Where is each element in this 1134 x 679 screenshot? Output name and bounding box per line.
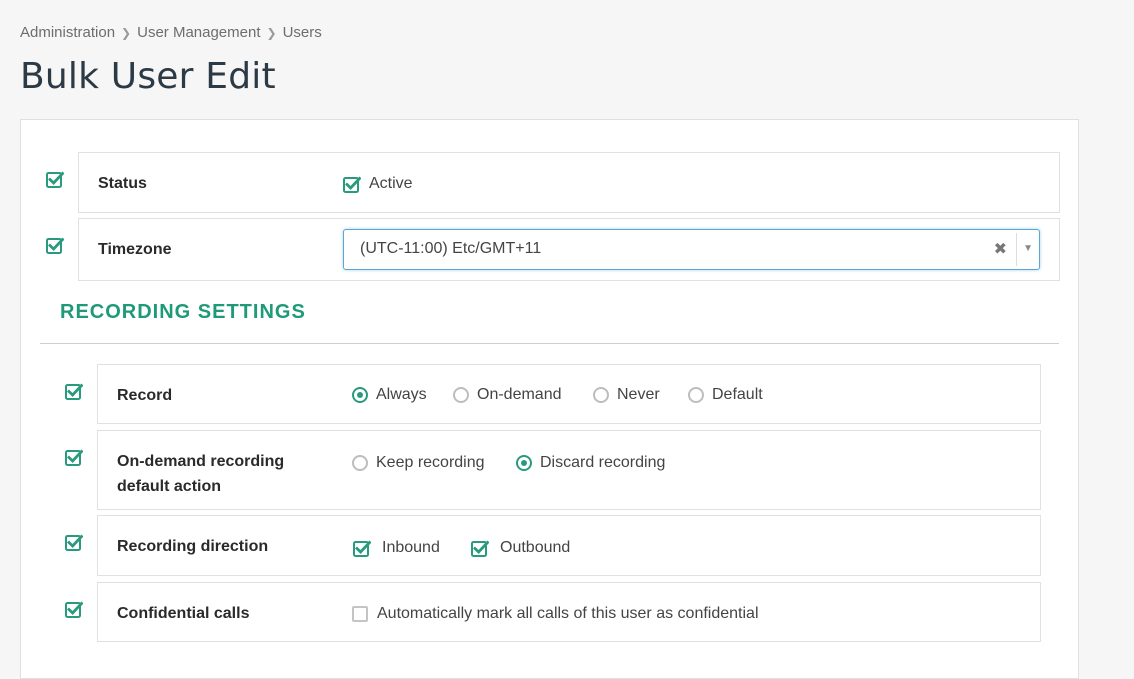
enable-timezone-checkbox-icon[interactable] (46, 236, 64, 254)
enable-ondemand-action-checkbox-icon[interactable] (65, 448, 83, 466)
inbound-checkbox[interactable]: Inbound (353, 539, 440, 557)
enable-status-checkbox-icon[interactable] (46, 170, 64, 188)
bulk-edit-panel: Status Active Timezone (UTC-11:00) Etc/G… (20, 119, 1079, 679)
enable-confidential-checkbox-icon[interactable] (65, 600, 83, 618)
outbound-checkbox[interactable]: Outbound (471, 539, 570, 557)
record-on-demand-label: On-demand (477, 386, 562, 403)
radio-unselected-icon (352, 455, 368, 471)
record-default-label: Default (712, 386, 763, 403)
radio-unselected-icon (593, 387, 609, 403)
discard-recording-label: Discard recording (540, 454, 666, 471)
page-title: Bulk User Edit (20, 56, 276, 97)
checked-box-icon (343, 175, 361, 193)
chevron-right-icon: ❯ (121, 25, 132, 40)
timezone-select-value: (UTC-11:00) Etc/GMT+11 (360, 240, 542, 257)
record-default-radio[interactable]: Default (688, 386, 763, 404)
confidential-calls-row: Confidential calls Automatically mark al… (97, 582, 1041, 642)
radio-unselected-icon (688, 387, 704, 403)
clear-icon[interactable]: ✖ (994, 239, 1007, 259)
discard-recording-radio[interactable]: Discard recording (516, 454, 665, 472)
confidential-checkbox[interactable]: Automatically mark all calls of this use… (352, 605, 759, 623)
keep-recording-label: Keep recording (376, 454, 485, 471)
breadcrumb-user-management[interactable]: User Management (137, 24, 260, 41)
record-never-radio[interactable]: Never (593, 386, 660, 404)
confidential-option-label: Automatically mark all calls of this use… (377, 605, 759, 622)
unchecked-box-icon (352, 606, 368, 622)
timezone-select[interactable]: (UTC-11:00) Etc/GMT+11 ✖ ▼ (343, 229, 1040, 270)
breadcrumb-users[interactable]: Users (283, 24, 322, 41)
ondemand-action-row: On-demand recording default action Keep … (97, 430, 1041, 510)
chevron-down-icon[interactable]: ▼ (1023, 243, 1033, 254)
radio-selected-icon (516, 455, 532, 471)
chevron-right-icon: ❯ (266, 25, 277, 40)
radio-selected-icon (352, 387, 368, 403)
radio-unselected-icon (453, 387, 469, 403)
recording-settings-heading: RECORDING SETTINGS (60, 301, 306, 323)
record-row: Record Always On-demand Never Default (97, 364, 1041, 424)
select-divider (1016, 233, 1017, 266)
timezone-label: Timezone (98, 241, 172, 258)
checked-box-icon (353, 539, 371, 557)
breadcrumb-administration[interactable]: Administration (20, 24, 115, 41)
inbound-label: Inbound (382, 539, 440, 556)
confidential-calls-label: Confidential calls (117, 605, 250, 622)
outbound-label: Outbound (500, 539, 571, 556)
record-always-radio[interactable]: Always (352, 386, 427, 404)
keep-recording-radio[interactable]: Keep recording (352, 454, 485, 472)
status-active-label: Active (369, 175, 413, 192)
status-label: Status (98, 175, 147, 192)
checked-box-icon (471, 539, 489, 557)
breadcrumb: Administration ❯ User Management ❯ Users (20, 24, 322, 41)
recording-direction-row: Recording direction Inbound Outbound (97, 515, 1041, 576)
record-label: Record (117, 387, 173, 404)
record-on-demand-radio[interactable]: On-demand (453, 386, 562, 404)
section-divider (40, 343, 1059, 344)
record-never-label: Never (617, 386, 660, 403)
enable-record-checkbox-icon[interactable] (65, 382, 83, 400)
ondemand-action-label-line2: default action (117, 478, 222, 495)
recording-direction-label: Recording direction (117, 538, 269, 555)
enable-direction-checkbox-icon[interactable] (65, 533, 83, 551)
ondemand-action-label-line1: On-demand recording (117, 453, 285, 470)
status-active-checkbox[interactable]: Active (343, 175, 413, 193)
status-row: Status Active (78, 152, 1060, 213)
record-always-label: Always (376, 386, 427, 403)
timezone-row: Timezone (UTC-11:00) Etc/GMT+11 ✖ ▼ (78, 218, 1060, 281)
